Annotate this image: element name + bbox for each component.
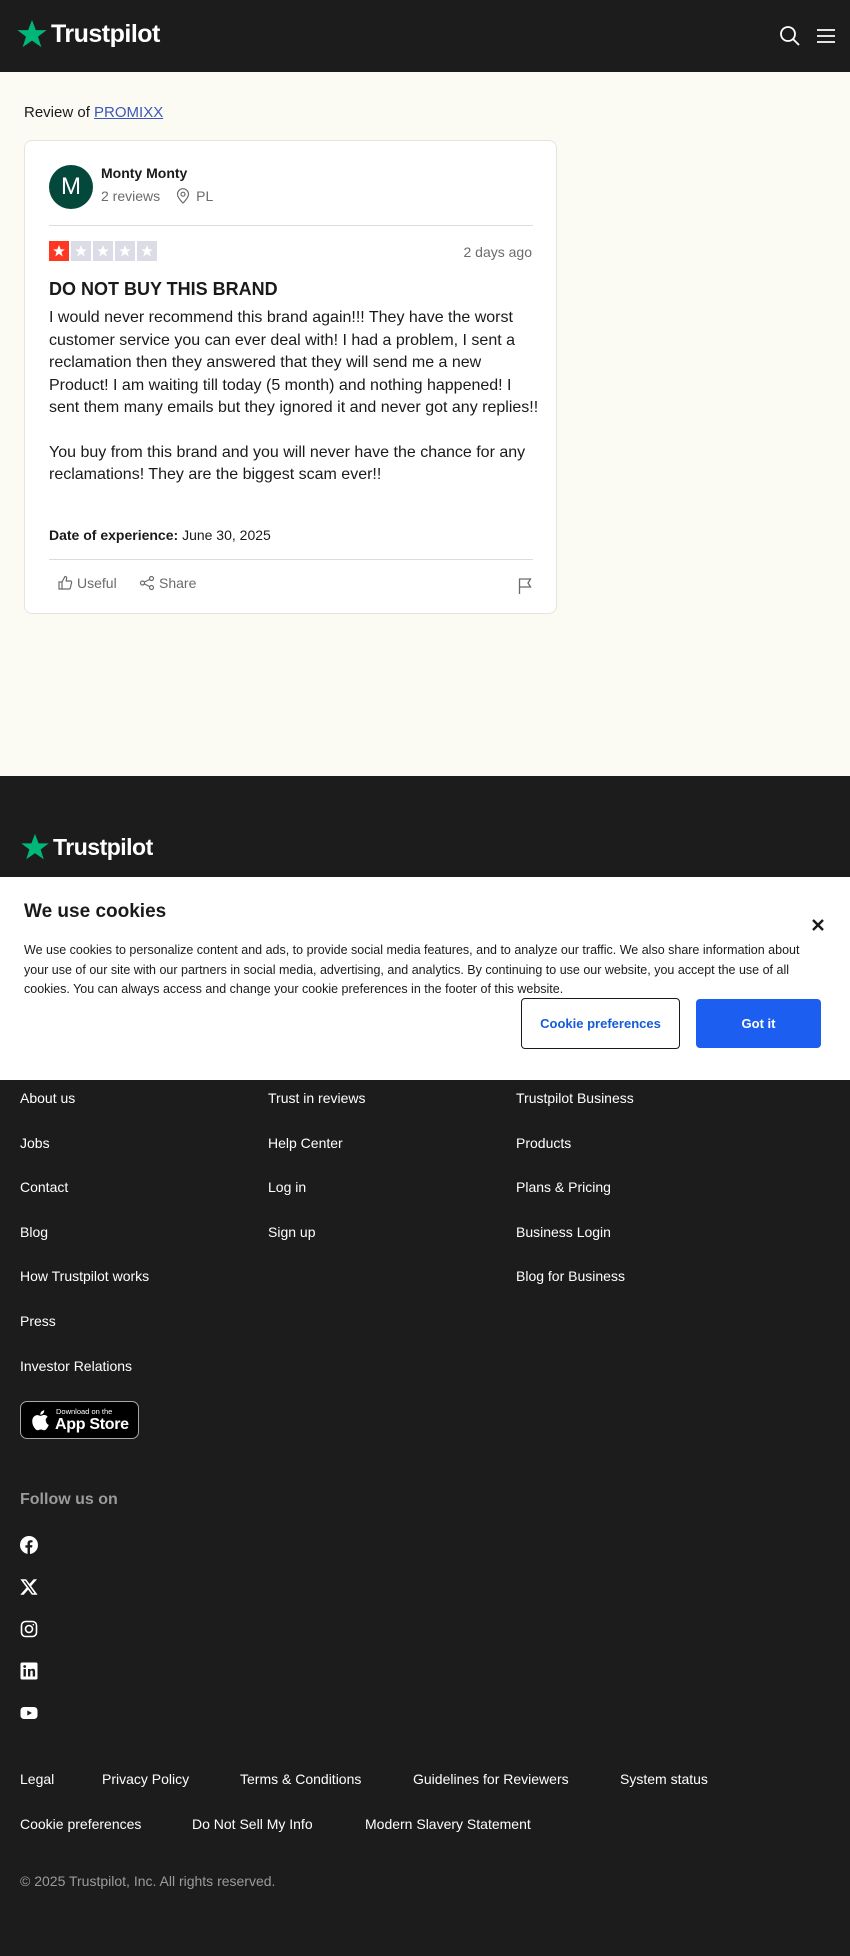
trustpilot-logo[interactable]: Trustpilot (16, 18, 160, 50)
search-icon[interactable] (778, 24, 802, 48)
app-store-badge[interactable]: Download on the App Store (20, 1401, 139, 1439)
app-store-big-text: App Store (55, 1416, 129, 1433)
footer-link[interactable]: Log in (268, 1179, 306, 1195)
footer-link[interactable]: Sign up (268, 1224, 315, 1240)
cookie-preferences-button[interactable]: Cookie preferences (521, 998, 680, 1049)
review-paragraph: You buy from this brand and you will nev… (49, 443, 526, 484)
review-title[interactable]: DO NOT BUY THIS BRAND (49, 279, 278, 300)
footer-link[interactable]: Plans & Pricing (516, 1179, 611, 1195)
apple-icon (32, 1410, 49, 1431)
date-of-experience: Date of experience: June 30, 2025 (49, 527, 271, 543)
share-icon (139, 575, 155, 591)
share-label: Share (159, 575, 197, 591)
instagram-icon[interactable] (20, 1620, 38, 1638)
review-of-line: Review of PROMIXX (24, 104, 163, 121)
footer-trustpilot-logo[interactable]: Trustpilot (20, 832, 153, 862)
footer-link[interactable]: Investor Relations (20, 1358, 132, 1374)
review-body: I would never recommend this brand again… (49, 307, 539, 509)
legal-link[interactable]: Terms & Conditions (240, 1771, 361, 1787)
legal-link[interactable]: Cookie preferences (20, 1816, 141, 1832)
footer-link[interactable]: About us (20, 1090, 75, 1106)
star-empty-icon (71, 241, 91, 261)
reviews-count: 2 reviews (101, 188, 161, 204)
business-link[interactable]: PROMIXX (94, 104, 163, 121)
footer-link[interactable]: Blog (20, 1224, 48, 1240)
legal-link[interactable]: Privacy Policy (102, 1771, 189, 1787)
close-icon[interactable] (810, 917, 826, 933)
legal-link[interactable]: Modern Slavery Statement (365, 1816, 531, 1832)
cookie-banner-text: We use cookies to personalize content an… (24, 943, 800, 996)
follow-us-label: Follow us on (20, 1491, 118, 1508)
legal-link[interactable]: Guidelines for Reviewers (413, 1771, 569, 1787)
review-actions: Useful Share (49, 575, 533, 599)
legal-link[interactable]: System status (620, 1771, 708, 1787)
review-paragraph: I would never recommend this brand again… (49, 309, 539, 416)
legal-link[interactable]: Legal (20, 1771, 54, 1787)
x-icon[interactable] (20, 1578, 38, 1596)
author-name[interactable]: Monty Monty (101, 165, 187, 181)
site-header: Trustpilot (0, 0, 850, 72)
footer-link[interactable]: Business Login (516, 1224, 611, 1240)
review-date: 2 days ago (463, 244, 533, 260)
star-filled-icon (49, 241, 69, 261)
footer-link[interactable]: Blog for Business (516, 1268, 625, 1284)
review-card: M Monty Monty 2 reviews PL 2 days ago DO… (24, 140, 557, 614)
menu-icon[interactable] (814, 24, 838, 48)
star-empty-icon (115, 241, 135, 261)
copyright: © 2025 Trustpilot, Inc. All rights reser… (20, 1873, 276, 1889)
thumbs-up-icon (58, 575, 73, 590)
useful-button[interactable]: Useful (57, 575, 117, 591)
footer-link[interactable]: Trust in reviews (268, 1090, 366, 1106)
footer-link[interactable]: Contact (20, 1179, 68, 1195)
footer-link[interactable]: Products (516, 1135, 571, 1151)
trustpilot-star-icon (17, 20, 47, 48)
legal-link[interactable]: Do Not Sell My Info (192, 1816, 313, 1832)
facebook-icon[interactable] (20, 1536, 38, 1554)
date-of-experience-label: Date of experience: (49, 527, 179, 543)
youtube-icon[interactable] (20, 1704, 38, 1722)
footer-link[interactable]: Press (20, 1313, 56, 1329)
cookie-banner: We use cookies We use cookies to persona… (0, 877, 850, 1080)
app-store-small-text: Download on the (56, 1407, 113, 1416)
star-rating (49, 241, 157, 261)
author-country: PL (196, 188, 214, 204)
review-of-prefix: Review of (24, 104, 90, 121)
linkedin-icon[interactable] (20, 1662, 38, 1680)
useful-label: Useful (77, 575, 117, 591)
author-meta: 2 reviews PL (101, 188, 213, 204)
trustpilot-star-icon (21, 833, 49, 860)
date-of-experience-value: June 30, 2025 (182, 527, 271, 543)
accept-cookies-button[interactable]: Got it (696, 999, 821, 1048)
logo-text: Trustpilot (51, 19, 160, 48)
divider (49, 225, 533, 226)
star-empty-icon (137, 241, 157, 261)
footer-logo-text: Trustpilot (53, 833, 153, 860)
footer-link[interactable]: Trustpilot Business (516, 1090, 634, 1106)
main-content: Review of PROMIXX M Monty Monty 2 review… (0, 72, 850, 776)
avatar[interactable]: M (49, 165, 93, 209)
footer-link[interactable]: How Trustpilot works (20, 1268, 149, 1284)
cookie-banner-title: We use cookies (24, 901, 167, 922)
footer-link[interactable]: Jobs (20, 1135, 50, 1151)
divider (49, 559, 533, 560)
share-button[interactable]: Share (139, 575, 196, 591)
footer-link[interactable]: Help Center (268, 1135, 343, 1151)
flag-icon[interactable] (517, 577, 533, 595)
location-pin-icon (177, 188, 190, 204)
star-empty-icon (93, 241, 113, 261)
